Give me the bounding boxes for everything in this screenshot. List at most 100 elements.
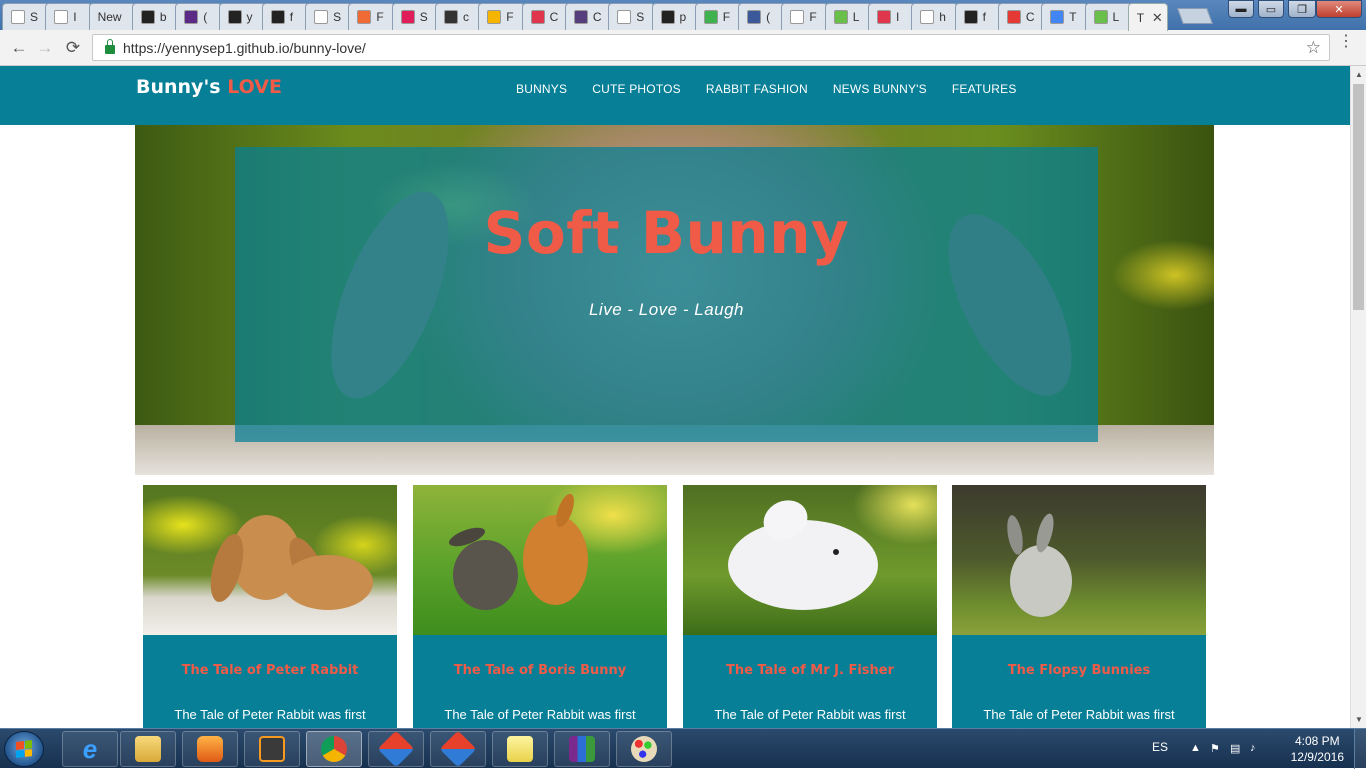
minimize-button[interactable]: ▬ [1228, 0, 1254, 18]
browser-tab[interactable]: f [954, 3, 1002, 30]
show-desktop-button[interactable] [1354, 729, 1366, 769]
bookmark-star-icon[interactable]: ☆ [1306, 38, 1321, 58]
github-icon [227, 10, 242, 24]
taskbar-git[interactable] [368, 730, 424, 768]
browser-tab[interactable]: C [521, 3, 569, 30]
bunny-figure [453, 540, 518, 610]
browser-tab[interactable]: I [868, 3, 915, 30]
tab-label: New [97, 10, 122, 24]
clock-time: 4:08 PM [1294, 734, 1340, 748]
taskbar-paint[interactable] [616, 731, 672, 767]
browser-tab[interactable]: ( [738, 3, 786, 30]
browser-menu-icon[interactable]: ⋮ [1338, 34, 1354, 50]
tab-label: L [1112, 10, 1120, 24]
taskbar-git-gui[interactable] [430, 730, 486, 768]
doc-icon [11, 10, 25, 24]
restore-button[interactable]: ❐ [1288, 0, 1316, 18]
browser-tab[interactable]: S [305, 3, 353, 30]
browser-tab[interactable]: F [781, 3, 829, 30]
browser-toolbar: ← → ⟳ https://yennysep1.github.io/bunny-… [0, 30, 1366, 66]
browser-tab[interactable]: C [997, 3, 1045, 30]
scrollbar-thumb[interactable] [1353, 84, 1364, 310]
taskbar-sticky-notes[interactable] [492, 731, 548, 767]
taskbar-sublime[interactable] [244, 731, 300, 767]
scroll-down-icon[interactable]: ▼ [1355, 715, 1363, 724]
volume-icon[interactable]: ♪ [1250, 742, 1264, 756]
browser-tab[interactable]: T [1041, 3, 1089, 30]
new-tab-button[interactable] [1177, 8, 1213, 24]
close-tab-icon[interactable]: ✕ [1152, 10, 1163, 26]
forward-button[interactable]: → [34, 37, 56, 59]
nav-link[interactable]: RABBIT FASHION [706, 82, 808, 96]
taskbar-media-player[interactable] [182, 731, 238, 767]
user-profile-button[interactable]: ▭ [1258, 0, 1284, 18]
action-center-icon[interactable]: ⚑ [1210, 742, 1224, 756]
card-title[interactable]: The Tale of Peter Rabbit [143, 663, 397, 678]
tab-label: T [1069, 10, 1077, 24]
browser-tab[interactable]: b [131, 3, 179, 30]
browser-tab[interactable]: L [824, 3, 872, 30]
story-card[interactable]: The Tale of Peter Rabbit The Tale of Pet… [143, 485, 397, 728]
browser-tab[interactable]: ( [175, 3, 223, 30]
git-icon [377, 730, 415, 768]
nav-link[interactable]: FEATURES [952, 82, 1017, 96]
taskbar-explorer[interactable] [120, 731, 176, 767]
reload-button[interactable]: ⟳ [62, 37, 84, 59]
browser-tab[interactable]: S [391, 3, 439, 30]
card-title[interactable]: The Tale of Mr J. Fisher [683, 663, 937, 678]
browser-tab[interactable]: h [911, 3, 959, 30]
tab-label: C [549, 10, 559, 24]
card-title[interactable]: The Flopsy Bunnies [952, 663, 1206, 678]
nav-link[interactable]: CUTE PHOTOS [592, 82, 681, 96]
lock-icon [105, 39, 115, 54]
card-text: The Tale of Peter Rabbit was first [444, 707, 636, 722]
taskbar-winrar[interactable] [554, 731, 610, 767]
page-scrollbar[interactable]: ▲ ▼ [1350, 66, 1366, 728]
browser-tab-strip: S I New b(y f S F Sc F C C Sp F(F L Ih f C T L T ✕ [0, 0, 1366, 31]
browser-tab[interactable]: y [218, 3, 266, 30]
address-bar[interactable]: https://yennysep1.github.io/bunny-love/ … [92, 34, 1330, 61]
browser-tab[interactable]: p [651, 3, 699, 30]
show-hidden-icons-icon[interactable]: ▲ [1190, 742, 1204, 756]
hero-title: Soft Bunny [483, 199, 850, 267]
network-icon[interactable]: ▤ [1230, 742, 1244, 756]
browser-tab[interactable]: C [564, 3, 612, 30]
card-title[interactable]: The Tale of Boris Bunny [413, 663, 667, 678]
system-clock[interactable]: 4:08 PM 12/9/2016 [1291, 733, 1344, 765]
start-button[interactable] [4, 731, 44, 767]
nav-link[interactable]: NEWS BUNNY'S [833, 82, 927, 96]
browser-tab[interactable]: f [261, 3, 309, 30]
mail-icon [184, 10, 199, 24]
browser-tab[interactable]: F [694, 3, 742, 30]
browser-tab[interactable]: F [478, 3, 526, 30]
taskbar-ie[interactable]: e [62, 731, 118, 767]
browser-tab[interactable]: New [88, 3, 136, 30]
tab-label: S [636, 10, 645, 24]
slack-icon [400, 10, 415, 24]
taskbar-chrome[interactable] [306, 731, 362, 767]
close-window-button[interactable]: ✕ [1316, 0, 1362, 18]
tab-label: F [809, 10, 817, 24]
b-icon [573, 10, 588, 24]
browser-tab[interactable]: I [45, 3, 93, 30]
doc-icon [314, 10, 329, 24]
card-photo [952, 485, 1206, 635]
browser-tab[interactable]: S [608, 3, 656, 30]
site-logo[interactable]: Bunny's LOVE [136, 76, 282, 98]
back-icon: ← [10, 38, 28, 57]
story-card[interactable]: The Flopsy Bunnies The Tale of Peter Rab… [952, 485, 1206, 728]
browser-tab[interactable]: T ✕ [1127, 3, 1168, 31]
scroll-up-icon[interactable]: ▲ [1355, 70, 1363, 79]
doc-icon [54, 10, 69, 24]
browser-tab[interactable]: F [348, 3, 396, 30]
browser-tab[interactable]: c [435, 3, 482, 30]
tab-label: ( [766, 10, 771, 24]
back-button[interactable]: ← [8, 37, 30, 59]
nav-link[interactable]: BUNNYS [516, 82, 567, 96]
browser-tab[interactable]: S [2, 3, 49, 30]
story-card[interactable]: The Tale of Mr J. Fisher The Tale of Pet… [683, 485, 937, 728]
reload-icon: ⟳ [65, 38, 81, 57]
story-card[interactable]: The Tale of Boris Bunny The Tale of Pete… [413, 485, 667, 728]
language-indicator[interactable]: ES [1152, 740, 1168, 754]
browser-tab[interactable]: L [1084, 3, 1132, 30]
